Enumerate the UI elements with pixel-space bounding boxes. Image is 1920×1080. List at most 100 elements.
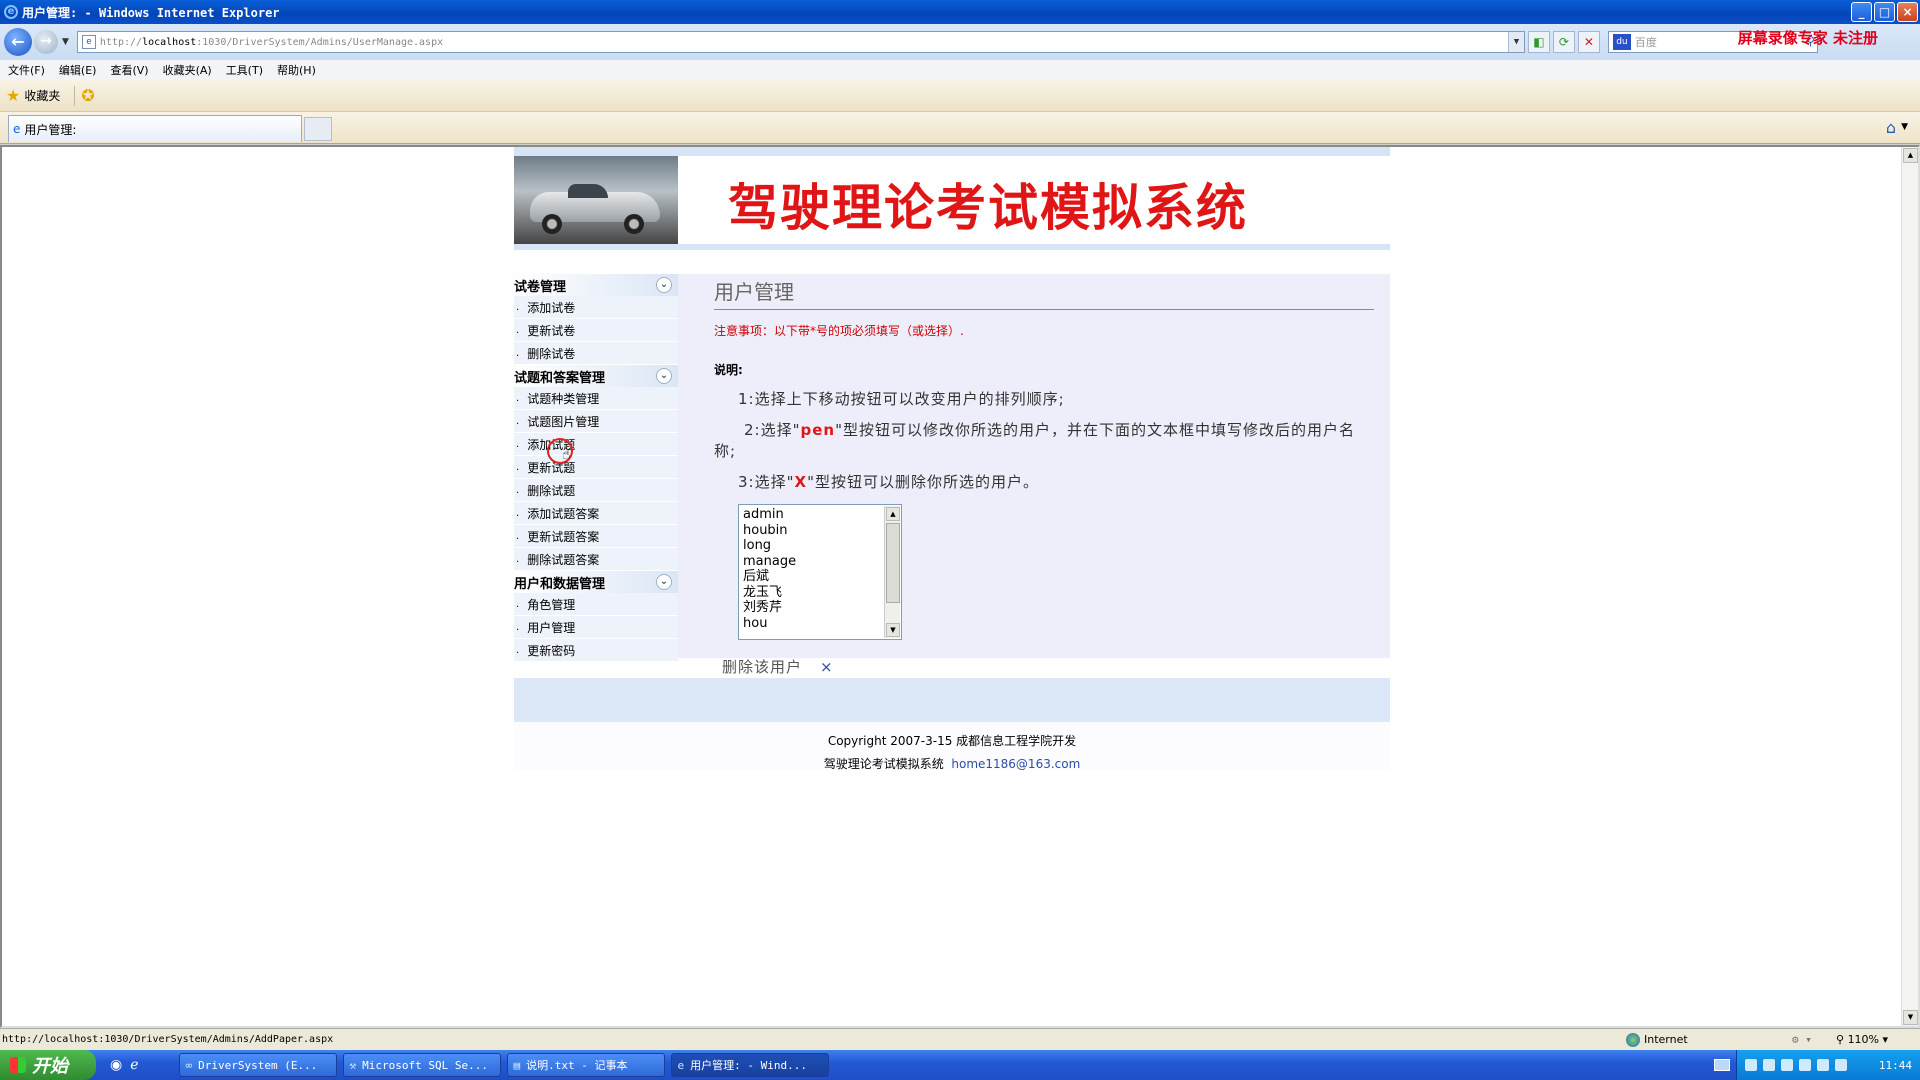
user-option[interactable]: hou — [743, 616, 897, 632]
tray-icon[interactable] — [1763, 1059, 1775, 1071]
scroll-down-icon[interactable]: ▼ — [886, 623, 900, 637]
tab-label: 用户管理: — [24, 122, 77, 137]
home-dropdown-icon[interactable]: ▼ — [1901, 122, 1908, 132]
address-input[interactable]: e http://localhost:1030/DriverSystem/Adm… — [76, 31, 1525, 53]
user-option[interactable]: houbin — [743, 523, 897, 539]
menu-help[interactable]: 帮助(H) — [277, 62, 316, 78]
sidebar-item-question-types[interactable]: . 试题种类管理 — [514, 387, 678, 410]
menu-edit[interactable]: 编辑(E) — [59, 62, 97, 78]
address-dropdown-icon[interactable]: ▼ — [1507, 32, 1524, 52]
main-area: 试卷管理 ⌄ . 添加试卷 . 更新试卷 . 删除试卷 试题和答案管理 ⌄ . 试题种类… — [514, 274, 1390, 676]
url-host: localhost — [142, 36, 197, 48]
stop-icon[interactable]: ✕ — [1577, 31, 1600, 53]
scroll-up-icon[interactable]: ▲ — [886, 507, 900, 521]
sidebar-group-label: 试卷管理 — [514, 279, 567, 295]
volume-icon[interactable] — [1835, 1059, 1847, 1071]
sidebar-item-delete-paper[interactable]: . 删除试卷 — [514, 342, 678, 365]
sidebar-item-question-images[interactable]: . 试题图片管理 — [514, 410, 678, 433]
security-zone: Internet — [1626, 1032, 1688, 1047]
history-dropdown-icon[interactable]: ▼ — [62, 37, 69, 47]
hand-cursor-icon: ☝ — [562, 447, 571, 463]
sidebar-group-paper[interactable]: 试卷管理 ⌄ — [514, 274, 678, 296]
minimize-button[interactable]: _ — [1851, 2, 1872, 22]
scroll-up-icon[interactable]: ▲ — [1903, 148, 1918, 163]
chevron-down-icon[interactable]: ⌄ — [656, 368, 672, 384]
taskbar: 开始 ◉ ℯ ∞ DriverSystem (E... ⚒ Microsoft SQ… — [0, 1050, 1920, 1080]
sidebar-item-add-paper[interactable]: . 添加试卷 — [514, 296, 678, 319]
chevron-down-icon[interactable]: ⌄ — [656, 277, 672, 293]
sidebar-group-label: 用户和数据管理 — [514, 576, 606, 592]
menu-view[interactable]: 查看(V) — [110, 62, 148, 78]
sidebar-item-update-paper[interactable]: . 更新试卷 — [514, 319, 678, 342]
listbox-scrollbar[interactable]: ▲ ▼ — [884, 506, 900, 638]
zoom-level[interactable]: ⚲ 110% ▾ — [1836, 1033, 1888, 1046]
user-option[interactable]: manage — [743, 554, 897, 570]
page-scrollbar[interactable]: ▲ ▼ — [1901, 147, 1918, 1026]
home-icon[interactable]: ⌂ — [1886, 118, 1896, 137]
user-option[interactable]: long — [743, 538, 897, 554]
tab-user-manage[interactable]: e 用户管理: — [8, 115, 302, 142]
menu-tools[interactable]: 工具(T) — [226, 62, 263, 78]
instruction-2: 2:选择"pen"型按钮可以修改你所选的用户，并在下面的文本框中填写修改后的用户… — [714, 421, 1355, 460]
recorder-watermark: 屏幕录像专家 未注册 — [1737, 29, 1878, 47]
instructions-label: 说明: — [714, 363, 743, 377]
start-button[interactable]: 开始 — [0, 1050, 96, 1080]
task-ie[interactable]: e 用户管理: - Wind... — [670, 1053, 829, 1077]
user-option[interactable]: 龙玉飞 — [743, 585, 897, 601]
maximize-button[interactable]: □ — [1874, 2, 1895, 22]
task-notepad[interactable]: ▤ 说明.txt - 记事本 — [506, 1053, 665, 1077]
ie-launch-icon[interactable]: ℯ — [130, 1057, 138, 1073]
tray-icon[interactable] — [1799, 1059, 1811, 1071]
sidebar-group-questions[interactable]: 试题和答案管理 ⌄ — [514, 365, 678, 387]
desktop-icon[interactable]: ◉ — [110, 1057, 122, 1073]
protected-mode-icon[interactable]: ⚙ ▾ — [1792, 1033, 1812, 1046]
task-driversystem[interactable]: ∞ DriverSystem (E... — [178, 1053, 337, 1077]
content-panel: 用户管理 注意事项：以下带*号的项必须填写（或选择）. 说明: 1:选择上下移动… — [714, 274, 1374, 677]
scroll-down-icon[interactable]: ▼ — [1903, 1010, 1918, 1025]
user-option[interactable]: 后斌 — [743, 569, 897, 585]
menu-bar: 文件(F) 编辑(E) 查看(V) 收藏夹(A) 工具(T) 帮助(H) — [0, 60, 1920, 80]
email-link[interactable]: home1186@163.com — [951, 757, 1080, 771]
new-tab-button[interactable] — [304, 117, 332, 141]
sidebar-item-user-manage[interactable]: . 用户管理 — [514, 616, 678, 639]
clock[interactable]: 11:44 — [1879, 1059, 1912, 1072]
instruction-1: 1:选择上下移动按钮可以改变用户的排列顺序; — [738, 390, 1065, 408]
sidebar-item-update-password[interactable]: . 更新密码 — [514, 639, 678, 662]
windows-flag-icon — [10, 1057, 26, 1073]
user-listbox[interactable]: admin houbin long manage 后斌 龙玉飞 刘秀芹 hou … — [738, 504, 902, 640]
tray-icon[interactable] — [1817, 1059, 1829, 1071]
sidebar-item-update-answer[interactable]: . 更新试题答案 — [514, 525, 678, 548]
page-viewport: 驾驶理论考试模拟系统 试卷管理 ⌄ . 添加试卷 . 更新试卷 . 删除试卷 试题和答… — [0, 145, 1920, 1028]
user-option[interactable]: 刘秀芹 — [743, 600, 897, 616]
delete-user-button[interactable]: × — [820, 658, 834, 676]
quick-launch: ◉ ℯ — [110, 1057, 139, 1073]
refresh-icon[interactable]: ⟳ — [1552, 31, 1575, 53]
sidebar-item-delete-question[interactable]: . 删除试题 — [514, 479, 678, 502]
keyboard-icon[interactable] — [1714, 1059, 1730, 1071]
add-favorite-icon[interactable]: ✪ — [81, 86, 94, 105]
tray-icon[interactable] — [1745, 1059, 1757, 1071]
tray-icon[interactable] — [1781, 1059, 1793, 1071]
sidebar-group-users[interactable]: 用户和数据管理 ⌄ — [514, 571, 678, 593]
task-sql-server[interactable]: ⚒ Microsoft SQL Se... — [342, 1053, 501, 1077]
menu-file[interactable]: 文件(F) — [8, 62, 45, 78]
baidu-icon: du — [1612, 34, 1631, 50]
sidebar-item-delete-answer[interactable]: . 删除试题答案 — [514, 548, 678, 571]
sidebar-item-add-question[interactable]: . 添加试题 — [514, 433, 678, 456]
menu-favorites[interactable]: 收藏夹(A) — [163, 62, 212, 78]
system-tray: 11:44 — [1736, 1050, 1920, 1080]
back-button[interactable]: ← — [4, 28, 32, 56]
user-option[interactable]: admin — [743, 507, 897, 523]
chevron-down-icon[interactable]: ⌄ — [656, 574, 672, 590]
forward-button[interactable]: → — [34, 30, 58, 54]
sidebar-item-add-answer[interactable]: . 添加试题答案 — [514, 502, 678, 525]
scroll-thumb[interactable] — [886, 523, 900, 603]
sidebar-item-update-question[interactable]: . 更新试题 — [514, 456, 678, 479]
favorites-button[interactable]: 收藏夹 — [24, 87, 60, 104]
footer-strip — [514, 678, 1390, 722]
compatibility-icon[interactable]: ◧ — [1527, 31, 1550, 53]
favorites-bar: ★ 收藏夹 ✪ — [0, 80, 1920, 112]
sidebar-item-roles[interactable]: . 角色管理 — [514, 593, 678, 616]
x-keyword: X — [794, 473, 808, 491]
close-button[interactable]: × — [1897, 2, 1918, 22]
